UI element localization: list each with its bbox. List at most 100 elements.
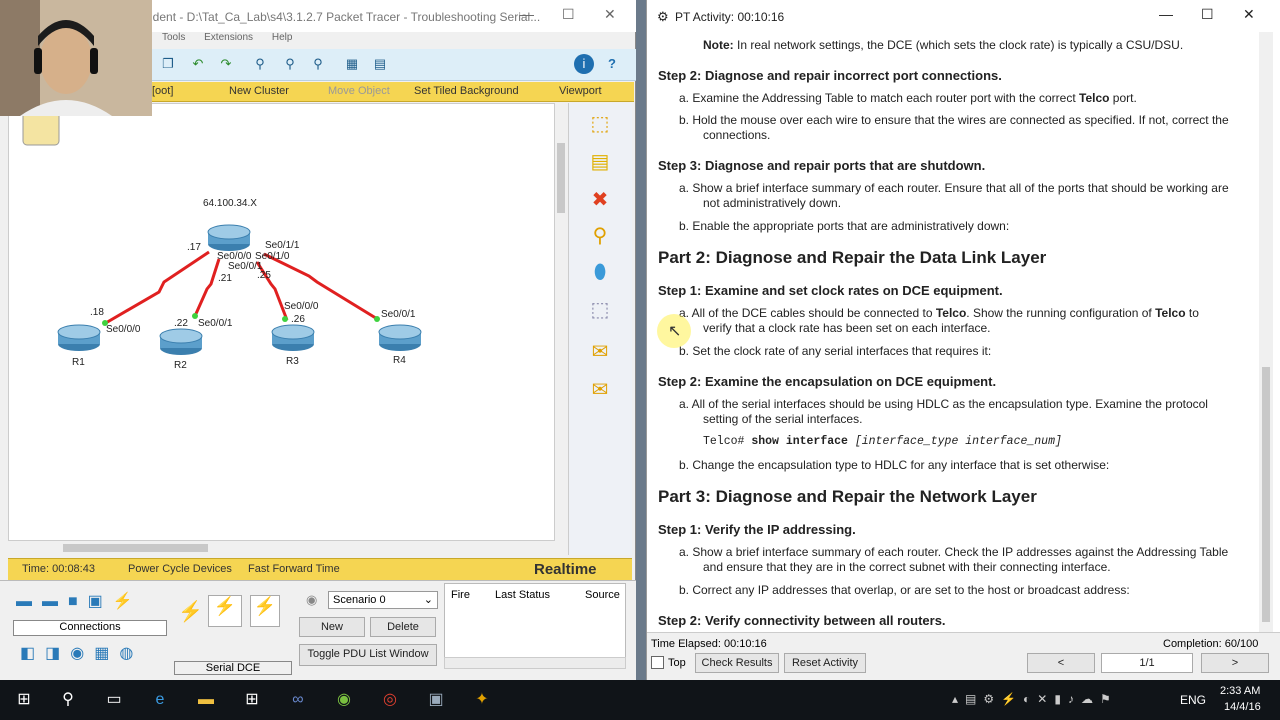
maximize-icon[interactable]: ☐ xyxy=(562,6,575,23)
link-status-dots xyxy=(102,313,380,326)
console-cable-icon[interactable]: ⚡ xyxy=(178,599,203,624)
workspace-vscroll[interactable] xyxy=(555,103,567,541)
tray-icons[interactable]: ▴▤⚙⚡◐✕▮♪☁⚑ xyxy=(952,692,1118,706)
logical-workspace[interactable]: 64.100.34.X .17 Se0/0/0 Se0/1/0 Se0/1/1 … xyxy=(8,103,555,541)
search-icon[interactable]: ⚲ xyxy=(56,688,80,712)
move-object-button[interactable]: Move Object xyxy=(328,85,390,97)
pdu-list-hscroll[interactable] xyxy=(444,657,626,669)
note-line: Note: In real network settings, the DCE … xyxy=(703,38,1184,52)
undo-icon[interactable]: ↶ xyxy=(188,54,208,74)
time-status-bar: Time: 00:08:43 Power Cycle Devices Fast … xyxy=(8,558,632,580)
close-icon[interactable]: ✕ xyxy=(1243,6,1255,23)
instruction-item: b. Set the clock rate of any serial inte… xyxy=(679,344,992,358)
add-simple-pdu-icon[interactable]: ✉ xyxy=(585,339,615,365)
copy-icon[interactable]: ❐ xyxy=(158,54,178,74)
previous-page-button[interactable]: < xyxy=(1027,653,1095,673)
fast-forward-button[interactable]: Fast Forward Time xyxy=(248,563,340,575)
instruction-item: a. Show a brief interface summary of eac… xyxy=(679,181,1229,195)
clock-date[interactable]: 14/4/16 xyxy=(1224,701,1261,713)
app-window-icon[interactable]: ▣ xyxy=(424,688,448,712)
instruction-item-cont: and ensure that they are in the correct … xyxy=(703,560,1111,574)
check-results-button[interactable]: Check Results xyxy=(695,653,779,673)
new-scenario-button[interactable]: New xyxy=(299,617,365,637)
telco-se011: Se0/1/1 xyxy=(265,240,300,251)
close-icon[interactable]: ✕ xyxy=(604,6,616,23)
command-example: Telco# show interface [interface_type in… xyxy=(703,435,1062,448)
instruction-item: a. All of the DCE cables should be conne… xyxy=(679,306,1199,320)
realtime-mode-label[interactable]: Realtime xyxy=(534,561,597,578)
telco-ip-25: .25 xyxy=(257,270,271,281)
serial-dte-icon[interactable]: ⚡ xyxy=(250,595,280,627)
power-cycle-button[interactable]: Power Cycle Devices xyxy=(128,563,232,575)
store-icon[interactable]: ⊞ xyxy=(240,688,264,712)
resize-shape-icon[interactable]: ⬚ xyxy=(585,297,615,323)
windows-start-icon[interactable]: ⊞ xyxy=(12,688,36,712)
minimize-icon[interactable]: — xyxy=(520,6,534,22)
instructions-vscroll[interactable] xyxy=(1259,32,1273,632)
serial-dce-icon[interactable]: ⚡ xyxy=(208,595,242,627)
router-r2 xyxy=(159,328,203,355)
device-category-icons[interactable]: ▬▬■▣⚡ xyxy=(16,591,166,619)
inspect-tool-icon[interactable]: ⚲ xyxy=(585,223,615,249)
reset-activity-button[interactable]: Reset Activity xyxy=(784,653,866,673)
step-heading: Step 1: Examine and set clock rates on D… xyxy=(658,283,1003,298)
draw-shape-icon[interactable]: ⬮ xyxy=(585,259,615,285)
col-last-status: Last Status xyxy=(495,589,551,601)
select-tool-icon[interactable]: ⬚ xyxy=(585,111,615,137)
step-heading: Step 2: Verify connectivity between all … xyxy=(658,613,946,628)
zoom-reset-icon[interactable]: ⚲ xyxy=(280,54,300,74)
set-tiled-background-button[interactable]: Set Tiled Background xyxy=(414,85,519,97)
r2-iface: Se0/0/1 xyxy=(198,318,233,329)
instruction-item: a. All of the serial interfaces should b… xyxy=(679,397,1208,411)
file-explorer-icon[interactable]: ▬ xyxy=(194,688,218,712)
scenario-select[interactable]: Scenario 0 ⌄ xyxy=(328,591,438,609)
link-r4 xyxy=(263,252,380,322)
right-toolbar: ⬚ ▤ ✖ ⚲ ⬮ ⬚ ✉ ✉ xyxy=(568,103,632,555)
page-indicator[interactable]: 1/1 xyxy=(1101,653,1193,673)
device-selection-panel: ▬▬■▣⚡ Connections ◧◨◉▦◍ ⚡ ⚡ ⚡ Serial DCE… xyxy=(0,580,636,680)
minimize-icon[interactable]: — xyxy=(1159,6,1173,22)
language-indicator[interactable]: ENG xyxy=(1180,693,1206,707)
root-button[interactable]: [oot] xyxy=(152,85,173,97)
router-r1 xyxy=(57,324,101,351)
delete-scenario-button[interactable]: Delete xyxy=(370,617,436,637)
clock-time[interactable]: 2:33 AM xyxy=(1220,685,1260,697)
help-icon[interactable]: ? xyxy=(602,54,622,74)
menu-help[interactable]: Help xyxy=(272,32,293,43)
palette-icon[interactable]: ▦ xyxy=(342,54,362,74)
telco-ip-17: .17 xyxy=(187,242,201,253)
infinity-app-icon[interactable]: ∞ xyxy=(286,688,310,712)
note-tool-icon[interactable]: ▤ xyxy=(585,149,615,175)
toggle-pdu-list-button[interactable]: Toggle PDU List Window xyxy=(299,644,437,666)
menu-tools[interactable]: Tools xyxy=(162,32,185,43)
packet-tracer-taskbar-icon[interactable]: ✦ xyxy=(470,688,494,712)
chrome-icon[interactable]: ◎ xyxy=(378,688,402,712)
new-cluster-button[interactable]: New Cluster xyxy=(229,85,289,97)
app-green-icon[interactable]: ◉ xyxy=(332,688,356,712)
redo-icon[interactable]: ↷ xyxy=(216,54,236,74)
maximize-icon[interactable]: ☐ xyxy=(1201,6,1214,23)
step-heading: Step 1: Verify the IP addressing. xyxy=(658,522,856,537)
top-checkbox[interactable] xyxy=(651,656,664,669)
delete-tool-icon[interactable]: ✖ xyxy=(585,187,615,213)
step-heading: Step 2: Examine the encapsulation on DCE… xyxy=(658,374,997,389)
r4-label: R4 xyxy=(393,355,406,366)
menu-extensions[interactable]: Extensions xyxy=(204,32,253,43)
r4-iface: Se0/0/1 xyxy=(381,309,416,320)
add-complex-pdu-icon[interactable]: ✉ xyxy=(585,377,615,403)
device-subcategory-icons[interactable]: ◧◨◉▦◍ xyxy=(20,643,170,671)
workspace-hscroll[interactable] xyxy=(8,541,555,555)
task-view-icon[interactable]: ▭ xyxy=(102,688,126,712)
connections-label: Connections xyxy=(13,620,167,636)
instruction-item: b. Correct any IP addresses that overlap… xyxy=(679,583,1130,597)
instruction-item-cont: not administratively down. xyxy=(703,196,842,210)
info-icon[interactable]: i xyxy=(574,54,594,74)
device-template-icon[interactable]: ▤ xyxy=(370,54,390,74)
edge-browser-icon[interactable]: e xyxy=(148,688,172,712)
instruction-item: b. Enable the appropriate ports that are… xyxy=(679,219,1010,233)
zoom-out-icon[interactable]: ⚲ xyxy=(308,54,328,74)
zoom-in-icon[interactable]: ⚲ xyxy=(250,54,270,74)
next-page-button[interactable]: > xyxy=(1201,653,1269,673)
activity-app-icon: ⚙ xyxy=(657,9,669,24)
viewport-button[interactable]: Viewport xyxy=(559,85,602,97)
